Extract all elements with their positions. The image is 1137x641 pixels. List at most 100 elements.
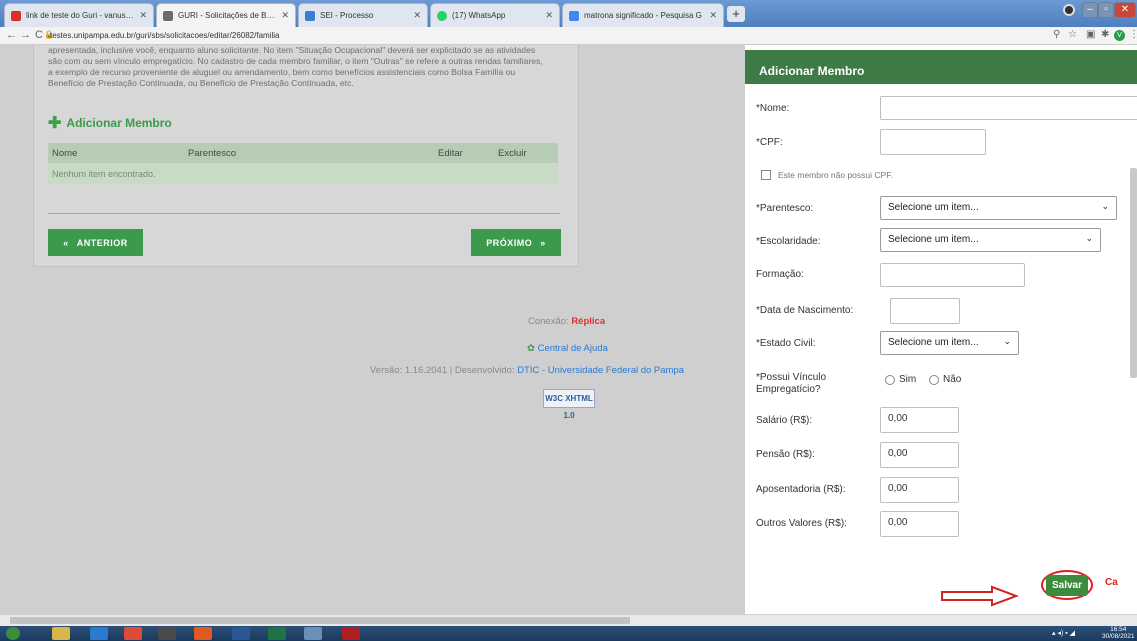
- close-icon[interactable]: ✕: [281, 10, 289, 21]
- close-window-icon[interactable]: ✕: [1114, 2, 1136, 18]
- no-cpf-label: Este membro não possui CPF.: [778, 170, 893, 180]
- minimize-icon[interactable]: –: [1082, 2, 1098, 18]
- chevron-down-icon: ⌄: [1101, 201, 1109, 211]
- escolaridade-value: Selecione um item...: [888, 234, 979, 245]
- vinculo-label-line: Empregatício?: [756, 384, 821, 395]
- new-tab-button[interactable]: +: [727, 6, 745, 22]
- back-icon[interactable]: ←: [6, 29, 17, 41]
- previous-button[interactable]: « ANTERIOR: [48, 229, 143, 256]
- menu-icon[interactable]: ⋮: [1129, 29, 1137, 40]
- aposentadoria-input[interactable]: 0,00: [880, 477, 959, 503]
- forward-icon[interactable]: →: [20, 29, 31, 41]
- save-button[interactable]: Salvar: [1041, 570, 1093, 600]
- add-member-modal: Adicionar Membro *Nome: *CPF: Este membr…: [745, 45, 1137, 614]
- help-link[interactable]: ✿ Central de Ajuda: [527, 343, 608, 354]
- parentesco-label: *Parentesco:: [756, 203, 814, 214]
- vinculo-nao-radio[interactable]: [929, 375, 939, 385]
- address-bar: ← → C 🔒 testes.unipampa.edu.br/guri/sbs/…: [0, 27, 1137, 45]
- vinculo-sim-radio[interactable]: [885, 375, 895, 385]
- chevron-down-icon: ⌄: [1085, 233, 1093, 243]
- tab-title: SEI - Processo: [320, 11, 374, 20]
- gmail-icon: [11, 10, 21, 21]
- family-card: apresentada, inclusive você, enquanto al…: [33, 45, 579, 267]
- aposentadoria-label: Aposentadoria (R$):: [756, 484, 846, 495]
- maximize-icon[interactable]: ▫: [1098, 2, 1114, 18]
- folder-icon[interactable]: [52, 627, 70, 640]
- salario-input[interactable]: 0,00: [880, 407, 959, 433]
- app-icon[interactable]: [194, 627, 212, 640]
- ie-icon[interactable]: [90, 627, 108, 640]
- modal-scrollbar[interactable]: [1130, 168, 1137, 378]
- developer-link[interactable]: DTIC - Universidade Federal do Pampa: [517, 365, 684, 376]
- help-label: Central de Ajuda: [537, 343, 608, 354]
- close-icon[interactable]: ✕: [413, 10, 421, 21]
- excel-icon[interactable]: [268, 627, 286, 640]
- scrollbar-thumb[interactable]: [10, 617, 630, 624]
- chevron-right-icon: »: [540, 237, 546, 248]
- tray-icons: ▴ ◂) ▪ ◢: [1052, 630, 1076, 637]
- nome-label: *Nome:: [756, 103, 790, 114]
- connection-value: Réplica: [571, 316, 606, 327]
- arrow-annotation-icon: [941, 585, 1019, 607]
- clock[interactable]: 16:54 30/08/2021: [1102, 626, 1135, 640]
- browser-tab-guri[interactable]: GURI - Solicitações de Benefícios ✕: [156, 3, 296, 27]
- start-icon[interactable]: [6, 627, 20, 640]
- parentesco-select[interactable]: Selecione um item... ⌄: [880, 196, 1117, 220]
- guri-icon: [163, 10, 173, 21]
- browser-tab-sei[interactable]: SEI - Processo ✕: [298, 3, 428, 27]
- next-button[interactable]: PRÓXIMO »: [471, 229, 561, 256]
- cpf-input[interactable]: [880, 129, 986, 155]
- reload-icon[interactable]: C: [35, 29, 43, 41]
- pensao-label: Pensão (R$):: [756, 449, 815, 460]
- divider: [48, 213, 560, 214]
- close-icon[interactable]: ✕: [545, 10, 553, 21]
- star-icon[interactable]: ☆: [1068, 29, 1077, 40]
- add-member-label: Adicionar Membro: [66, 116, 172, 130]
- intro-text: apresentada, inclusive você, enquanto al…: [48, 45, 568, 89]
- close-icon[interactable]: ✕: [709, 10, 717, 21]
- sei-icon: [305, 10, 315, 21]
- word-icon[interactable]: [232, 627, 250, 640]
- save-label: Salvar: [1045, 574, 1089, 596]
- extension-icon[interactable]: ▣: [1086, 29, 1095, 40]
- nascimento-input[interactable]: [890, 298, 960, 324]
- version-text: Versão: 1.16.2041 | Desenvolvido:: [370, 365, 515, 376]
- browser-tab-google[interactable]: matrona significado - Pesquisa G ✕: [562, 3, 724, 27]
- estado-civil-select[interactable]: Selecione um item... ⌄: [880, 331, 1019, 355]
- puzzle-icon[interactable]: ✱: [1101, 29, 1109, 40]
- nome-input[interactable]: [880, 96, 1137, 120]
- paint-icon[interactable]: [304, 627, 322, 640]
- add-member-link[interactable]: ✚ Adicionar Membro: [48, 113, 172, 133]
- w3c-badge[interactable]: W3C XHTML 1.0: [543, 389, 595, 420]
- chrome-icon[interactable]: [124, 627, 142, 640]
- zoom-icon[interactable]: ⚲: [1053, 29, 1060, 40]
- header-excluir: Excluir: [498, 147, 527, 159]
- pensao-input[interactable]: 0,00: [880, 442, 959, 468]
- outros-input[interactable]: 0,00: [880, 511, 959, 537]
- header-nome: Nome: [52, 147, 78, 159]
- chevron-left-icon: «: [63, 237, 69, 248]
- vinculo-label: *Possui Vínculo Empregatício?: [756, 372, 826, 396]
- estado-civil-value: Selecione um item...: [888, 337, 979, 348]
- connection-label: Conexão:: [528, 316, 569, 327]
- browser-tab-whatsapp[interactable]: (17) WhatsApp ✕: [430, 3, 560, 27]
- media-icon[interactable]: [158, 627, 176, 640]
- close-icon[interactable]: ✕: [139, 10, 147, 21]
- parentesco-value: Selecione um item...: [888, 202, 979, 213]
- url-field[interactable]: testes.unipampa.edu.br/guri/sbs/solicita…: [50, 31, 279, 40]
- formacao-input[interactable]: [880, 263, 1025, 287]
- header-parentesco: Parentesco: [188, 147, 237, 159]
- cancel-button[interactable]: Ca: [1105, 577, 1137, 597]
- profile-icon[interactable]: V: [1114, 30, 1125, 41]
- browser-tab-gmail[interactable]: link de teste do Guri - vanusaoli ✕: [4, 3, 154, 27]
- modal-header: Adicionar Membro: [745, 50, 1137, 84]
- previous-label: ANTERIOR: [76, 237, 128, 248]
- taskbar: ▴ ◂) ▪ ◢ 16:54 30/08/2021: [0, 626, 1137, 641]
- pdf-icon[interactable]: [342, 627, 360, 640]
- intro-line: apresentada, inclusive você, enquanto al…: [48, 45, 536, 55]
- horizontal-scrollbar[interactable]: [0, 614, 1137, 626]
- no-cpf-checkbox[interactable]: [761, 170, 771, 180]
- escolaridade-select[interactable]: Selecione um item... ⌄: [880, 228, 1101, 252]
- formacao-label: Formação:: [756, 269, 804, 280]
- account-icon[interactable]: [1063, 4, 1075, 16]
